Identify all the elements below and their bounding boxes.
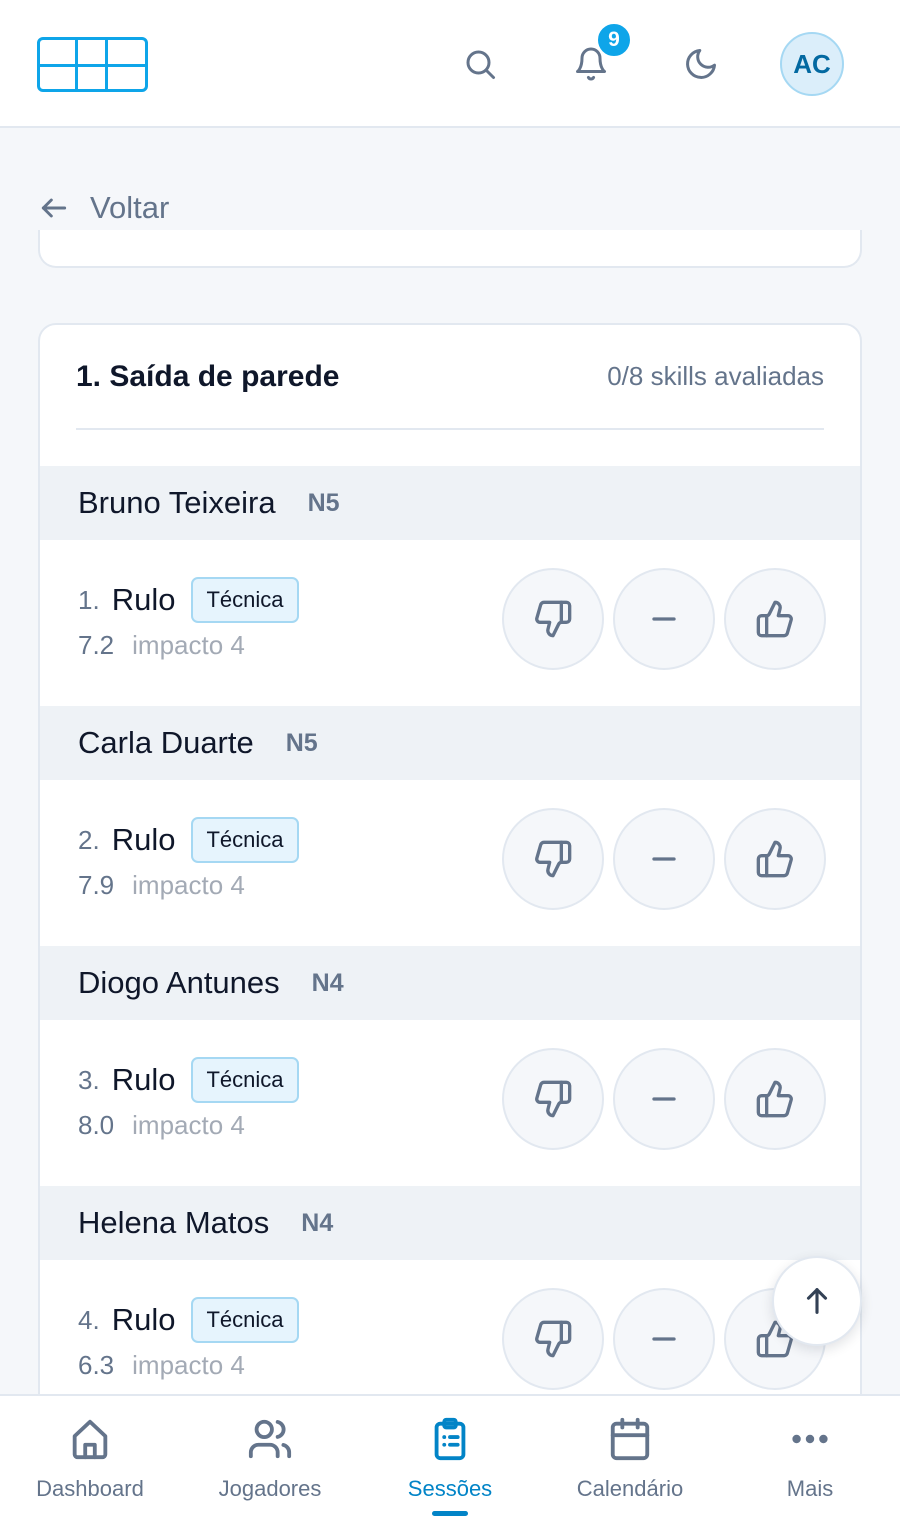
thumbs-down-button[interactable] [502,1288,604,1390]
search-icon[interactable] [452,36,508,92]
player-name: Diogo Antunes [78,965,280,1000]
minus-icon [652,857,676,861]
player-header: Bruno Teixeira N5 [40,466,860,540]
skill-tag: Técnica [191,817,299,863]
player-level: N5 [285,728,318,757]
skill-number: 4. [78,1304,100,1335]
skill-impact: impacto 4 [132,1110,245,1140]
minus-icon [652,1337,676,1341]
skill-impact: impacto 4 [132,630,245,660]
player-group: Bruno Teixeira N5 1. Rulo Técnica 7.2 im… [40,466,860,706]
player-group: Carla Duarte N5 2. Rulo Técnica 7.9 impa… [40,706,860,946]
minus-icon [652,617,676,621]
thumbs-up-icon [756,600,793,638]
thumbs-up-icon [756,840,793,878]
thumbs-down-icon [535,1080,572,1118]
skill-tag: Técnica [191,1297,299,1343]
exercise-header: 1. Saída de parede 0/8 skills avaliadas [76,325,824,430]
nav-calendario[interactable]: Calendário [540,1396,720,1532]
exercise-card: 1. Saída de parede 0/8 skills avaliadas … [38,323,862,1523]
neutral-button[interactable] [613,1048,715,1150]
thumbs-down-button[interactable] [502,568,604,670]
skill-impact: impacto 4 [132,1350,245,1380]
back-button[interactable]: Voltar [38,186,169,230]
thumbs-up-button[interactable] [724,1048,826,1150]
player-level: N4 [311,968,344,997]
player-group: Helena Matos N4 4. Rulo Técnica 6.3 impa… [40,1186,860,1426]
nav-label: Mais [786,1476,834,1501]
notification-badge: 9 [596,22,632,58]
thumbs-up-button[interactable] [724,808,826,910]
skill-row: 2. Rulo Técnica 7.9 impacto 4 [40,780,860,946]
skill-score: 7.9 [78,870,115,900]
thumbs-down-icon [535,600,572,638]
nav-jogadores[interactable]: Jogadores [180,1396,360,1532]
back-label: Voltar [90,190,170,225]
player-header: Helena Matos N4 [40,1186,860,1260]
top-bar: 9 AC [0,0,900,128]
clipboard-icon [434,1417,466,1461]
skill-tag: Técnica [191,1057,299,1103]
arrow-left-icon [41,198,67,218]
skill-impact: impacto 4 [132,870,245,900]
more-icon [792,1434,828,1444]
skill-tag: Técnica [191,577,299,623]
player-header: Carla Duarte N5 [40,706,860,780]
home-icon [72,1419,108,1460]
active-indicator [432,1511,468,1516]
skill-name: Rulo [111,822,176,857]
player-name: Carla Duarte [78,725,254,760]
thumbs-down-icon [535,840,572,878]
users-icon [248,1419,292,1459]
skill-score: 7.2 [78,630,115,660]
thumbs-up-button[interactable] [724,568,826,670]
skill-score: 8.0 [78,1110,115,1140]
nav-label: Calendário [576,1476,684,1501]
skill-name: Rulo [111,1302,176,1337]
nav-dashboard[interactable]: Dashboard [0,1396,180,1532]
player-level: N5 [307,488,340,517]
skill-row: 3. Rulo Técnica 8.0 impacto 4 [40,1020,860,1186]
player-name: Bruno Teixeira [78,485,276,520]
thumbs-up-icon [756,1080,793,1118]
skill-name: Rulo [111,582,176,617]
neutral-button[interactable] [613,1288,715,1390]
exercise-title: 1. Saída de parede [76,359,340,393]
nav-sessoes[interactable]: Sessões [360,1396,540,1532]
skill-name: Rulo [111,1062,176,1097]
player-name: Helena Matos [78,1205,270,1240]
previous-card [38,230,862,268]
nav-label: Jogadores [218,1476,322,1501]
nav-label: Sessões [407,1476,493,1501]
calendar-icon [610,1417,650,1461]
player-group: Diogo Antunes N4 3. Rulo Técnica 8.0 imp… [40,946,860,1186]
thumbs-down-icon [535,1320,572,1358]
arrow-up-icon [806,1288,828,1314]
thumbs-down-button[interactable] [502,1048,604,1150]
skill-number: 1. [78,584,100,615]
neutral-button[interactable] [613,808,715,910]
player-header: Diogo Antunes N4 [40,946,860,1020]
nav-mais[interactable]: Mais [720,1396,900,1532]
evaluation-progress: 0/8 skills avaliadas [607,361,824,391]
moon-icon[interactable] [673,36,729,92]
minus-icon [652,1097,676,1101]
thumbs-down-button[interactable] [502,808,604,910]
neutral-button[interactable] [613,568,715,670]
nav-label: Dashboard [36,1476,144,1501]
player-level: N4 [301,1208,334,1237]
skill-row: 1. Rulo Técnica 7.2 impacto 4 [40,540,860,706]
bottom-nav: Dashboard Jogadores Sessões Calendário M… [0,1394,900,1532]
skill-number: 3. [78,1064,100,1095]
app-logo[interactable] [37,37,148,92]
avatar[interactable]: AC [780,32,844,96]
scroll-to-top-button[interactable] [772,1256,862,1346]
skill-number: 2. [78,824,100,855]
skill-score: 6.3 [78,1350,115,1380]
